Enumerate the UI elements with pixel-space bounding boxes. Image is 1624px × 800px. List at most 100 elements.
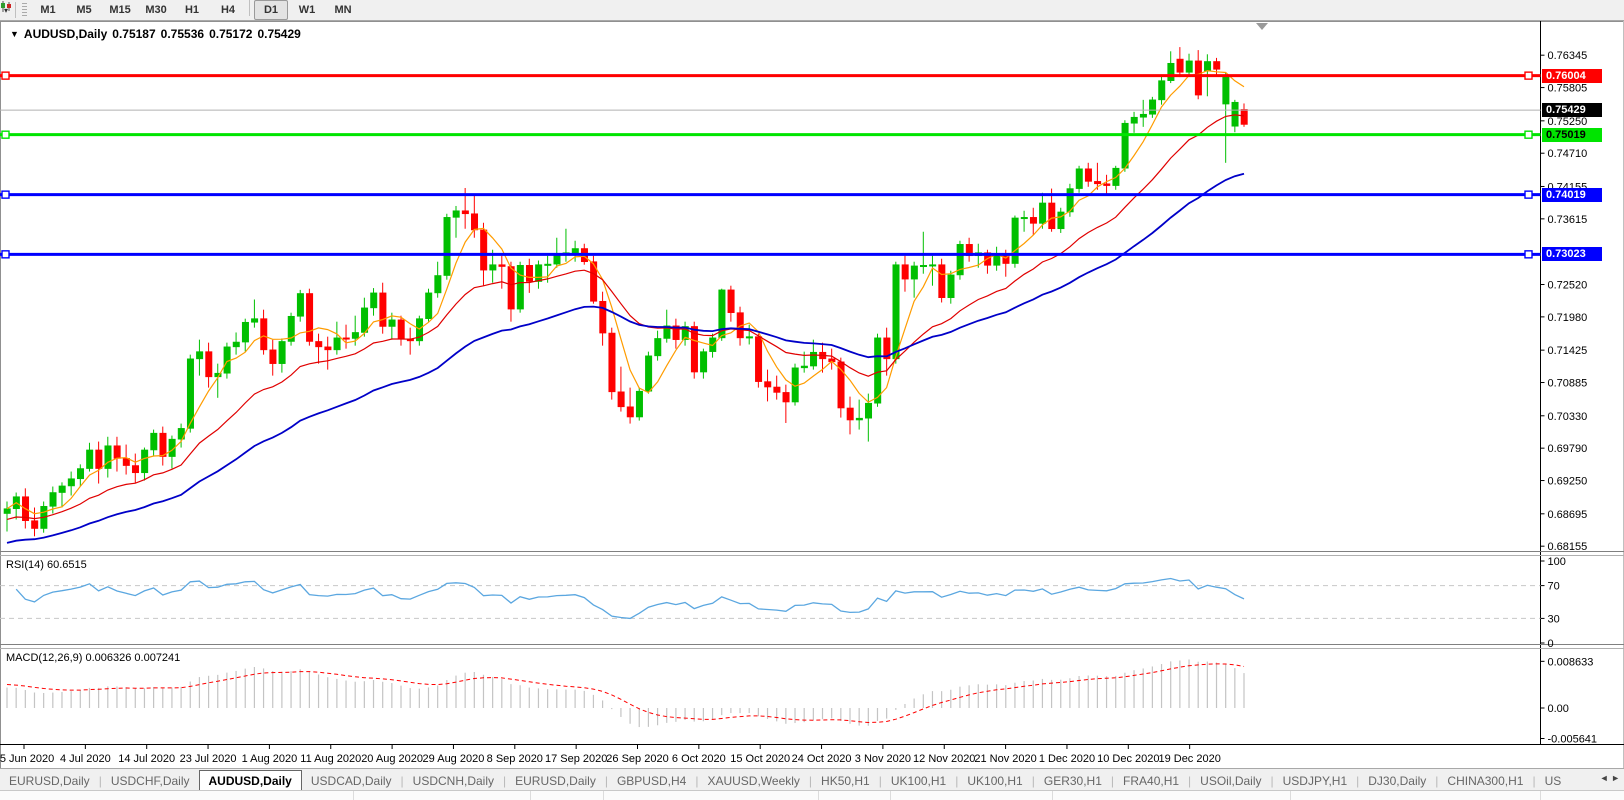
level-anchor[interactable] bbox=[1525, 72, 1532, 79]
tab-usdjpy-h1[interactable]: USDJPY,H1 bbox=[1274, 772, 1356, 791]
price-tick-label: 0.76345 bbox=[1548, 50, 1588, 62]
candle-body bbox=[535, 265, 541, 282]
level-anchor[interactable] bbox=[2, 251, 9, 258]
candle-body bbox=[361, 308, 367, 333]
price-tick-label: 0.70885 bbox=[1548, 378, 1588, 390]
candle-body bbox=[920, 265, 926, 266]
candle-body bbox=[810, 352, 816, 366]
scroll-right-icon: ► bbox=[1611, 773, 1620, 783]
rsi-tick-label: 0 bbox=[1548, 638, 1554, 650]
candle-body bbox=[1204, 61, 1210, 71]
candle-body bbox=[50, 493, 56, 507]
date-label: 12 Nov 2020 bbox=[913, 753, 975, 765]
candle-body bbox=[380, 293, 386, 327]
level-anchor[interactable] bbox=[1525, 251, 1532, 258]
level-anchor[interactable] bbox=[2, 72, 9, 79]
open-value: 0.75187 bbox=[112, 27, 155, 41]
candle-body bbox=[471, 214, 477, 230]
tab-gbpusd-h4[interactable]: GBPUSD,H4 bbox=[608, 772, 695, 791]
candle-body bbox=[929, 265, 935, 266]
macd-label: MACD(12,26,9) 0.006326 0.007241 bbox=[6, 652, 180, 664]
high-value: 0.75536 bbox=[161, 27, 204, 41]
tab-xauusd-weekly[interactable]: XAUUSD,Weekly bbox=[698, 772, 808, 791]
candle-body bbox=[911, 266, 917, 279]
price-tick-label: 0.75250 bbox=[1548, 116, 1588, 128]
candle-body bbox=[838, 362, 844, 408]
level-anchor[interactable] bbox=[2, 131, 9, 138]
price-tick-label: 0.72520 bbox=[1548, 280, 1588, 292]
candle-body bbox=[59, 486, 65, 493]
date-label: 1 Aug 2020 bbox=[242, 753, 298, 765]
symbol-tabbar: EURUSD,Daily|USDCHF,DailyAUDUSD,DailyUSD… bbox=[0, 768, 1624, 791]
candle-body bbox=[939, 265, 945, 298]
status-divider bbox=[1540, 791, 1541, 800]
level-anchor[interactable] bbox=[2, 191, 9, 198]
level-anchor[interactable] bbox=[1525, 191, 1532, 198]
level-anchor[interactable] bbox=[1525, 131, 1532, 138]
chart-canvas[interactable]: 0.763450.758050.752500.747100.741550.736… bbox=[0, 0, 1624, 800]
chevron-down-icon[interactable]: ▼ bbox=[10, 29, 19, 39]
tab-usoil-daily[interactable]: USOil,Daily bbox=[1191, 772, 1270, 791]
candle-body bbox=[160, 433, 166, 456]
candle-body bbox=[151, 433, 157, 450]
chart-ohlc-title: ▼ AUDUSD,Daily 0.75187 0.75536 0.75172 0… bbox=[10, 27, 301, 41]
candle-body bbox=[306, 293, 312, 341]
mt4-window: ▾ M1M5M15M30H1H4D1W1MN 0.763450.758050.7… bbox=[0, 0, 1624, 800]
tab-uk100-h1[interactable]: UK100,H1 bbox=[958, 772, 1031, 791]
tab-audusd-daily[interactable]: AUDUSD,Daily bbox=[199, 770, 302, 791]
candle-body bbox=[865, 403, 871, 418]
macd-signal-line bbox=[7, 664, 1244, 723]
candle-body bbox=[196, 352, 202, 359]
candle-body bbox=[1104, 184, 1110, 186]
candle-body bbox=[1085, 169, 1091, 182]
status-divider bbox=[890, 791, 891, 800]
tab-us[interactable]: US bbox=[1536, 772, 1571, 791]
candle-body bbox=[1195, 61, 1201, 95]
candle-body bbox=[1159, 81, 1165, 100]
tab-usdchf-daily[interactable]: USDCHF,Daily bbox=[102, 772, 199, 791]
candle-body bbox=[1223, 76, 1229, 104]
tab-eurusd-daily[interactable]: EURUSD,Daily bbox=[0, 772, 99, 791]
status-divider bbox=[1052, 791, 1053, 800]
tab-eurusd-daily[interactable]: EURUSD,Daily bbox=[506, 772, 605, 791]
candle-body bbox=[462, 211, 468, 214]
candle-body bbox=[746, 337, 752, 338]
current-price-badge: 0.75429 bbox=[1542, 103, 1602, 117]
candle-body bbox=[609, 333, 615, 392]
tab-scroll-arrows[interactable]: ◄ ► bbox=[1598, 773, 1622, 783]
candle-body bbox=[755, 337, 761, 382]
tab-usdcnh-daily[interactable]: USDCNH,Daily bbox=[404, 772, 503, 791]
price-tick-label: 0.68155 bbox=[1548, 541, 1588, 553]
tab-usdcad-daily[interactable]: USDCAD,Daily bbox=[302, 772, 401, 791]
price-tick-label: 0.73615 bbox=[1548, 214, 1588, 226]
price-tick-label: 0.71980 bbox=[1548, 312, 1588, 324]
candle-body bbox=[700, 352, 706, 372]
candle-body bbox=[600, 301, 606, 333]
tab-hk50-h1[interactable]: HK50,H1 bbox=[812, 772, 879, 791]
price-tick-label: 0.69250 bbox=[1548, 476, 1588, 488]
candle-body bbox=[4, 509, 10, 514]
candle-body bbox=[1039, 203, 1045, 223]
candle-body bbox=[132, 466, 138, 473]
price-tick-label: 0.70330 bbox=[1548, 411, 1588, 423]
candle-body bbox=[444, 217, 450, 275]
candle-body bbox=[893, 265, 899, 359]
symbol-period-label: AUDUSD,Daily bbox=[24, 27, 107, 41]
candle-body bbox=[1122, 123, 1128, 168]
candle-body bbox=[1140, 114, 1146, 117]
price-tick-label: 0.69790 bbox=[1548, 443, 1588, 455]
candle-body bbox=[425, 293, 431, 319]
candle-body bbox=[398, 320, 404, 339]
tab-china300-h1[interactable]: CHINA300,H1 bbox=[1438, 772, 1532, 791]
status-divider bbox=[353, 791, 354, 800]
candle-body bbox=[270, 350, 276, 364]
candle-body bbox=[316, 341, 322, 346]
candle-body bbox=[325, 347, 331, 350]
tab-uk100-h1[interactable]: UK100,H1 bbox=[882, 772, 955, 791]
tab-fra40-h1[interactable]: FRA40,H1 bbox=[1114, 772, 1188, 791]
level-price-badge: 0.75019 bbox=[1542, 128, 1602, 142]
price-tick-label: 0.68695 bbox=[1548, 509, 1588, 521]
candle-body bbox=[453, 211, 459, 218]
tab-dj30-daily[interactable]: DJ30,Daily bbox=[1359, 772, 1435, 791]
tab-ger30-h1[interactable]: GER30,H1 bbox=[1035, 772, 1111, 791]
